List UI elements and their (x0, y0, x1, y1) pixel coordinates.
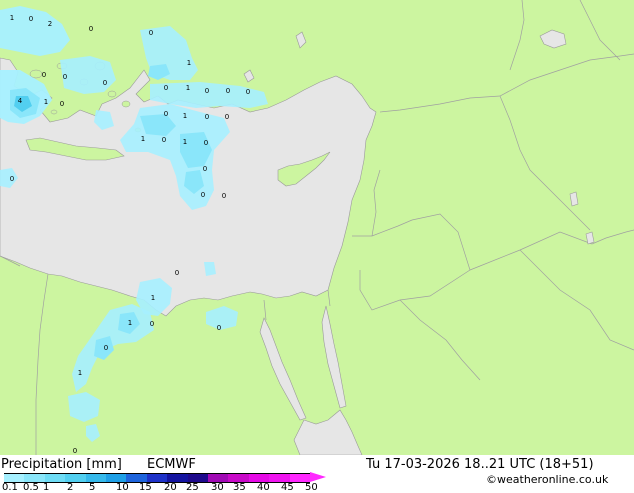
precipitation-map: 1 0 2 0 0 1 0 0 0 0 1 0 0 0 4 1 0 0 1 0 0 1 0 1 0 0 0 0 0 0 1 1 0 0 0 1 0 (0, 0, 634, 455)
precip-value-label: 0 (103, 79, 107, 87)
precip-value-label: 0 (29, 15, 33, 23)
colorbar-tick-label: 2 (67, 482, 74, 493)
precip-value-label: 0 (175, 269, 179, 277)
precip-value-label: 1 (141, 135, 145, 143)
precip-value-label: 1 (128, 319, 132, 327)
precip-value-label: 0 (60, 100, 64, 108)
precip-value-label: 0 (164, 84, 168, 92)
credit-link[interactable]: ©weatheronline.co.uk (486, 473, 608, 486)
precip-value-label: 0 (205, 87, 209, 95)
colorbar-tick-label: 45 (281, 482, 294, 493)
colorbar-tick-label: 35 (233, 482, 246, 493)
model-name: ECMWF (147, 457, 196, 472)
colorbar-tick-label: 50 (305, 482, 318, 493)
colorbar-tick-label: 25 (186, 482, 199, 493)
colorbar-tick-label: 30 (211, 482, 224, 493)
precip-value-label: 0 (89, 25, 93, 33)
precip-value-label: 1 (183, 112, 187, 120)
colorbar-tick-label: 20 (164, 482, 177, 493)
map-title: Precipitation [mm] (1, 457, 122, 472)
colorbar-tick-label: 0.5 (23, 482, 39, 493)
precip-value-label: 1 (10, 14, 14, 22)
precip-value-label: 1 (183, 138, 187, 146)
precip-value-label: 0 (201, 191, 205, 199)
precip-value-label: 1 (186, 84, 190, 92)
precip-value-label: 0 (104, 344, 108, 352)
precip-value-label: 0 (217, 324, 221, 332)
precip-value-label: 0 (10, 175, 14, 183)
precip-value-label: 0 (204, 139, 208, 147)
colorbar-tick-label: 5 (89, 482, 96, 493)
colorbar-tick-label: 1 (43, 482, 50, 493)
precip-value-label: 0 (225, 113, 229, 121)
colorbar-tick-label: 0.1 (2, 482, 18, 493)
precip-value-label: 0 (162, 136, 166, 144)
precip-value-label: 0 (205, 113, 209, 121)
precip-value-label: 0 (222, 192, 226, 200)
precip-value-label: 1 (187, 59, 191, 67)
precip-value-label: 0 (63, 73, 67, 81)
colorbar-arrow (310, 472, 326, 482)
precip-value-label: 0 (149, 29, 153, 37)
precip-value-label: 1 (151, 294, 155, 302)
precip-value-label: 0 (73, 447, 77, 455)
colorbar-tick-label: 10 (116, 482, 129, 493)
precip-value-label: 2 (48, 20, 52, 28)
precip-value-label: 4 (18, 97, 23, 105)
precip-value-label: 0 (246, 88, 250, 96)
colorbar-tick-label: 15 (139, 482, 152, 493)
precip-value-label: 0 (150, 320, 154, 328)
precip-value-label: 0 (226, 87, 230, 95)
precip-value-label: 0 (203, 165, 207, 173)
precip-value-label: 1 (44, 98, 48, 106)
precip-value-label: 0 (164, 110, 168, 118)
precip-value-label: 1 (78, 369, 82, 377)
precip-value-label: 0 (42, 71, 46, 79)
colorbar-tick-label: 40 (257, 482, 270, 493)
valid-datetime: Tu 17-03-2026 18..21 UTC (18+51) (366, 457, 594, 472)
